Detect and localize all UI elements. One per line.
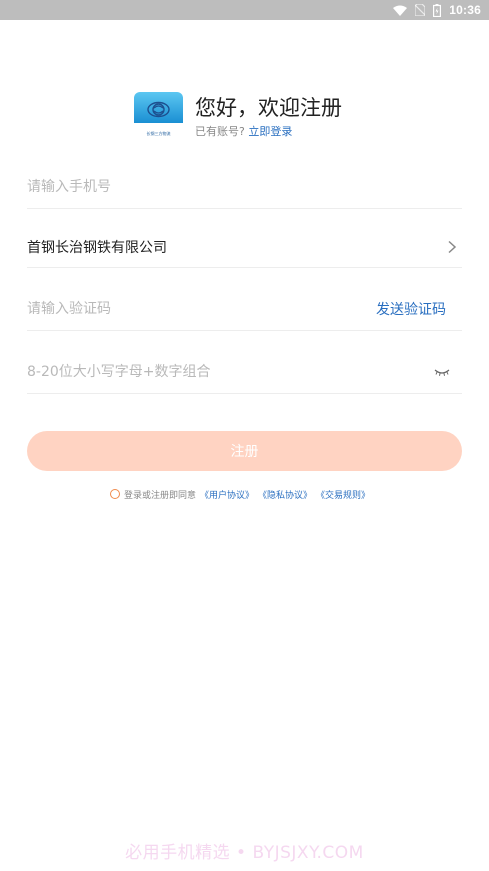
eye-closed-icon[interactable] [434,368,450,376]
trade-rules-link[interactable]: 《交易规则》 [316,488,370,501]
agreement-line: 登录或注册即同意 《用户协议》 《隐私协议》 《交易规则》 [110,487,370,501]
header-text: 您好，欢迎注册 已有账号? 立即登录 [195,92,342,140]
status-time: 10:36 [449,3,481,17]
login-prompt: 已有账号? 立即登录 [195,124,342,140]
company-selector[interactable]: 首钢长治钢铁有限公司 [27,226,462,268]
privacy-agreement-link[interactable]: 《隐私协议》 [258,488,312,501]
no-sim-icon [415,4,426,16]
phone-input[interactable] [27,166,462,208]
app-logo: 长钢三方物流 [134,92,183,142]
login-link[interactable]: 立即登录 [248,125,292,138]
battery-icon [433,3,442,17]
password-row [27,350,462,394]
watermark: 必用手机精选 • BYJSJXY.COM [125,843,364,863]
has-account-label: 已有账号? [195,125,245,138]
register-header: 长钢三方物流 您好，欢迎注册 已有账号? 立即登录 [134,92,342,142]
agree-radio[interactable] [110,489,120,499]
chevron-right-icon [448,240,457,253]
logo-globe-icon [147,101,170,118]
company-value: 首钢长治钢铁有限公司 [27,239,167,256]
password-input[interactable] [27,350,434,393]
status-bar: 10:36 [0,0,489,20]
send-code-button[interactable]: 发送验证码 [376,299,446,319]
phone-row [27,166,462,209]
register-button[interactable]: 注册 [27,431,462,471]
agreement-prefix: 登录或注册即同意 [124,490,197,501]
page-title: 您好，欢迎注册 [195,96,342,120]
code-input[interactable] [27,287,376,330]
logo-text: 长钢三方物流 [146,131,171,136]
code-row: 发送验证码 [27,287,462,331]
wifi-icon [393,5,408,16]
user-agreement-link[interactable]: 《用户协议》 [200,488,254,501]
